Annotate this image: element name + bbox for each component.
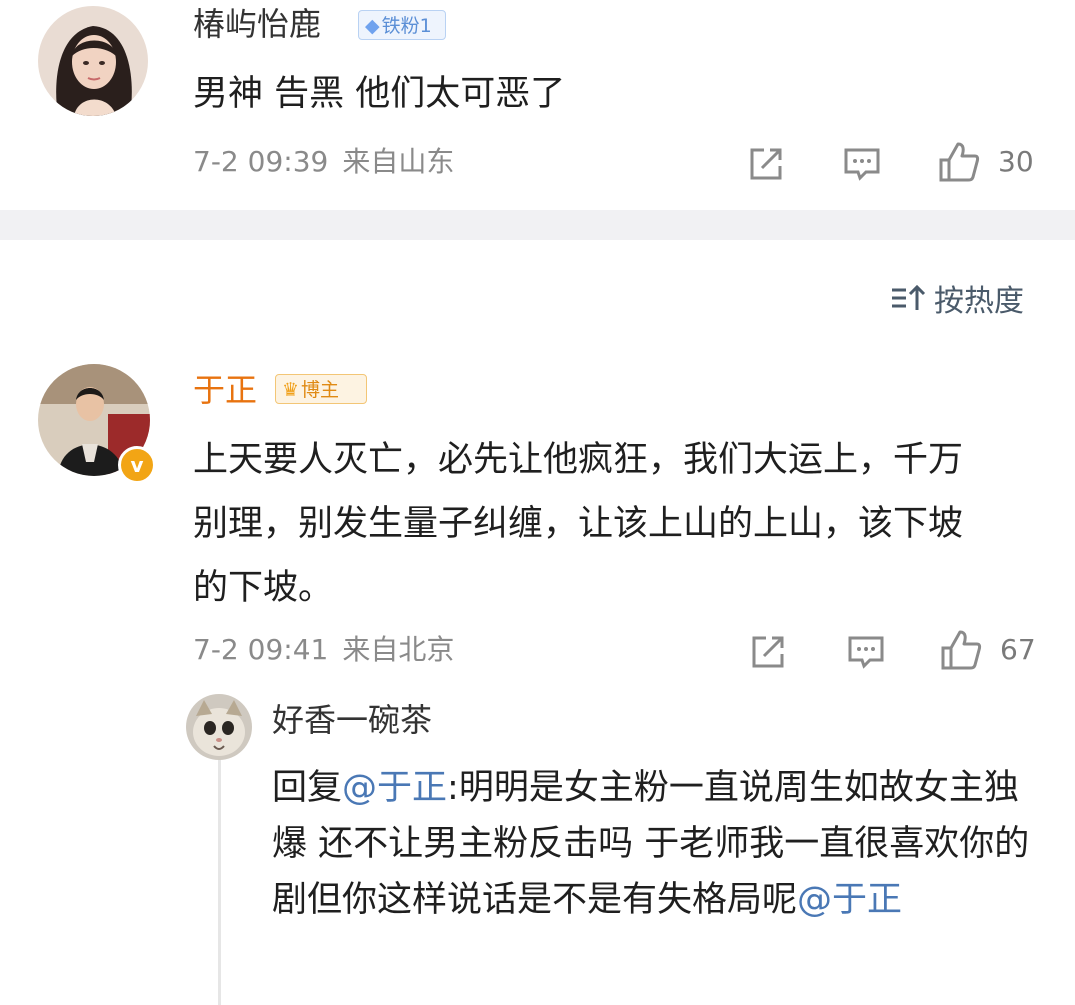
comment-2-location: 来自北京 [342, 633, 455, 666]
comment-icon[interactable] [846, 632, 886, 672]
comment-1-location: 来自山东 [342, 145, 455, 178]
sort-icon [890, 282, 926, 314]
comment-2-text: 上天要人灭亡，必先让他疯狂，我们大运上，千万别理，别发生量子纠缠，让该上山的上山… [193, 440, 964, 608]
share-icon[interactable] [746, 144, 786, 184]
blogger-username[interactable]: 于正 [193, 370, 257, 410]
like-icon[interactable] [938, 140, 980, 184]
comment-1-like-count: 30 [998, 145, 1034, 178]
comment-1-text: 男神 告黑 他们太可恶了 [193, 74, 566, 114]
comment-1-meta: 7-2 09:39 来自山东 [193, 144, 454, 180]
crown-icon: ♛ [282, 379, 300, 401]
reply-trailing-mention-link[interactable]: @于正 [797, 880, 902, 920]
reply-mention-link[interactable]: @于正 [342, 768, 447, 808]
blogger-badge: ♛ 博主 [275, 374, 367, 404]
comment-icon[interactable] [842, 144, 882, 184]
sort-by-popularity-button[interactable]: 按热度 [890, 278, 1024, 319]
comment-2-like-count: 67 [1000, 633, 1036, 666]
fan-badge: ◆ 铁粉1 [358, 10, 446, 40]
diamond-icon: ◆ [365, 15, 380, 37]
like-icon[interactable] [940, 628, 982, 672]
blogger-badge-label: 博主 [301, 379, 340, 401]
replier-username[interactable]: 好香一碗茶 [272, 700, 432, 740]
avatar-commenter-1[interactable] [38, 6, 148, 116]
comment-2-date: 7-2 09:41 [193, 633, 329, 666]
fan-badge-label: 铁粉1 [381, 15, 432, 37]
section-divider [0, 210, 1075, 240]
verified-icon: v [118, 446, 156, 484]
sort-label: 按热度 [934, 284, 1024, 319]
comment-2-meta: 7-2 09:41 来自北京 [193, 632, 454, 668]
reply-prefix: 回复 [272, 768, 343, 808]
reply-text: 回复@于正:明明是女主粉一直说周生如故女主独爆 还不让男主粉反击吗 于老师我一直… [272, 760, 1042, 928]
comment-1-date: 7-2 09:39 [193, 145, 329, 178]
commenter-1-username[interactable]: 椿屿怡鹿 [193, 4, 321, 44]
avatar-replier[interactable] [186, 694, 252, 760]
share-icon[interactable] [748, 632, 788, 672]
